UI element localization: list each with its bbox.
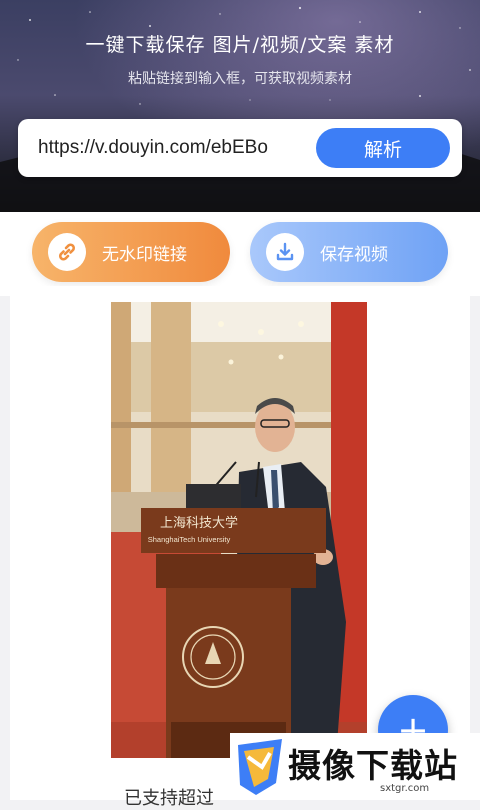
save-video-button[interactable]: 保存视频	[250, 222, 448, 282]
download-icon	[266, 233, 304, 271]
parse-button[interactable]: 解析	[316, 128, 450, 168]
watermark-name: 摄像下载站	[288, 746, 458, 785]
watermark-domain: sxtgr.com	[380, 783, 430, 794]
page-title: 一键下载保存 图片/视频/文案 素材	[85, 34, 395, 56]
header-banner: 一键下载保存 图片/视频/文案 素材 粘贴链接到输入框，可获取视频素材	[0, 0, 480, 212]
site-watermark: 摄像下载站 sxtgr.com	[230, 733, 480, 800]
watermark-free-link-label: 无水印链接	[102, 244, 187, 265]
video-preview-image[interactable]: 上海科技大学 ShanghaiTech University	[111, 302, 367, 758]
action-bar: 无水印链接 保存视频	[0, 212, 480, 296]
watermark-logo-icon	[238, 739, 282, 795]
url-input[interactable]	[38, 133, 318, 163]
supported-caption: 已支持超过	[124, 788, 214, 809]
watermark-free-link-button[interactable]: 无水印链接	[32, 222, 230, 282]
link-icon	[48, 233, 86, 271]
page-subtitle: 粘贴链接到输入框，可获取视频素材	[128, 71, 352, 87]
save-video-label: 保存视频	[320, 244, 388, 265]
podium-sign-text: 上海科技大学	[160, 515, 238, 531]
podium-sign-english: ShanghaiTech University	[148, 535, 231, 544]
url-input-card: 解析	[18, 119, 462, 177]
